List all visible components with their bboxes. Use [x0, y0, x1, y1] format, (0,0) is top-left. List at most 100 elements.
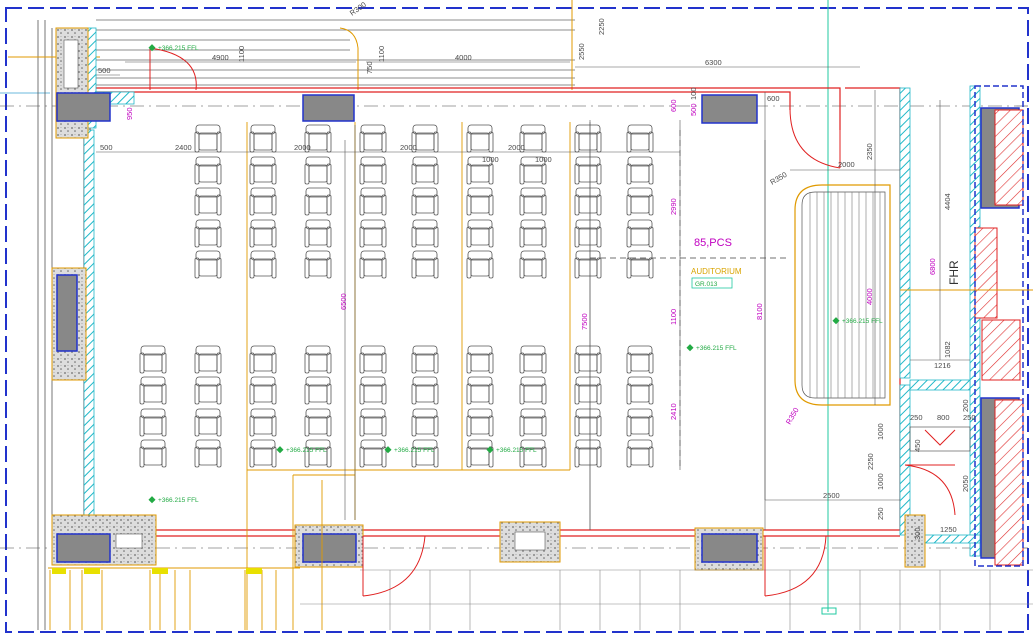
dim-500: 500 [100, 143, 113, 152]
dim-4000: 4000 [865, 288, 874, 305]
dim-600: 600 [767, 94, 780, 103]
seat [139, 376, 167, 405]
level-marker: +366.215 FFL [832, 317, 883, 325]
dim-1000: 1000 [482, 155, 499, 164]
svg-text:+366.215 FFL: +366.215 FFL [842, 318, 883, 325]
dim-2000: 2000 [838, 160, 855, 169]
fhr-tag: FHR [947, 260, 961, 285]
dim-200: 200 [961, 399, 970, 412]
seat [139, 439, 167, 468]
dim-750: 750 [365, 61, 374, 74]
dim-1216: 1216 [934, 361, 951, 370]
seat [359, 439, 387, 468]
level-marker: +366.215 FFL [686, 344, 737, 352]
seat [249, 439, 277, 468]
seat [194, 250, 222, 279]
capacity-label: 85,PCS [694, 237, 732, 249]
seat [304, 219, 332, 248]
seat [304, 156, 332, 185]
seat [249, 376, 277, 405]
seat [626, 250, 654, 279]
dim-2410: 2410 [669, 403, 678, 420]
dim-2500: 2500 [823, 491, 840, 500]
seat [574, 250, 602, 279]
level-marker: +366.215 FFL [276, 446, 327, 454]
seat [249, 156, 277, 185]
seat [359, 156, 387, 185]
level-marker: +366.215 FFL [486, 446, 537, 454]
dim-250: 250 [963, 413, 976, 422]
seat [194, 219, 222, 248]
seat [139, 408, 167, 437]
dim-7500: 7500 [580, 313, 589, 330]
dim-100: 100 [689, 87, 698, 100]
seat [249, 345, 277, 374]
seat [194, 376, 222, 405]
seat [139, 345, 167, 374]
seat [194, 345, 222, 374]
dim-1082: 1082 [943, 341, 952, 358]
seat [519, 345, 547, 374]
dim-2250: 2250 [597, 18, 606, 35]
seat [626, 187, 654, 216]
seat [466, 250, 494, 279]
seat [411, 219, 439, 248]
seat [411, 376, 439, 405]
svg-text:+366.215 FFL: +366.215 FFL [158, 497, 199, 504]
seat [359, 124, 387, 153]
seat [249, 124, 277, 153]
dim-500: 500 [98, 66, 111, 75]
dim-500: 500 [689, 103, 698, 116]
seat [574, 187, 602, 216]
seat [574, 439, 602, 468]
dim-2000: 2000 [294, 143, 311, 152]
seat [466, 219, 494, 248]
dim-250: 250 [876, 507, 885, 520]
dim-4404: 4404 [943, 193, 952, 210]
seat [626, 219, 654, 248]
seat [519, 408, 547, 437]
seat [304, 345, 332, 374]
seat [574, 345, 602, 374]
dim-1100: 1100 [669, 309, 678, 325]
seating-area [139, 124, 654, 468]
svg-text:+366.215 FFL: +366.215 FFL [158, 45, 199, 52]
seat [519, 250, 547, 279]
seat [411, 187, 439, 216]
seat [519, 219, 547, 248]
svg-text:+366.215 FFL: +366.215 FFL [286, 447, 327, 454]
dim-450: 450 [913, 439, 922, 452]
seat [359, 376, 387, 405]
dim-1000: 1000 [535, 155, 552, 164]
dim-4900: 4900 [212, 53, 229, 62]
seat [249, 219, 277, 248]
seat [626, 376, 654, 405]
seat [304, 376, 332, 405]
svg-text:+366.215 FFL: +366.215 FFL [696, 345, 737, 352]
dim-2050: 2050 [961, 475, 970, 492]
level-marker: +366.215 FFL [148, 44, 199, 52]
seat [194, 124, 222, 153]
level-marker: +366.215 FFL [384, 446, 435, 454]
seat [626, 439, 654, 468]
dim-1250: 1250 [940, 525, 957, 534]
seat [359, 408, 387, 437]
seat [304, 187, 332, 216]
dim-2400: 2400 [175, 143, 192, 152]
seat [466, 376, 494, 405]
dim-4000: 4000 [455, 53, 472, 62]
dim-r300: R300 [348, 0, 368, 18]
seat [411, 345, 439, 374]
dim-250: 250 [910, 413, 923, 422]
dim-6500: 6500 [339, 293, 348, 310]
dim-1100: 1100 [377, 46, 386, 62]
seat [574, 156, 602, 185]
seat [626, 345, 654, 374]
seat [359, 250, 387, 279]
seat [574, 219, 602, 248]
dim-950: 950 [125, 107, 134, 120]
seat [359, 219, 387, 248]
seat [466, 439, 494, 468]
dim-2250: 2250 [866, 453, 875, 470]
seat [466, 124, 494, 153]
